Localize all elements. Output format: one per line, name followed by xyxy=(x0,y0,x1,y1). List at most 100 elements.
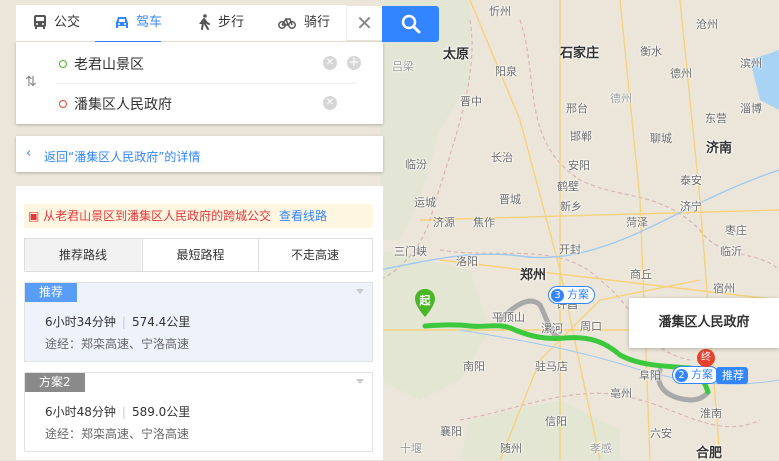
city-label: 忻州 xyxy=(489,5,511,18)
city-label: 德州 xyxy=(670,67,692,80)
city-label: 漯河 xyxy=(541,322,563,335)
city-label: 济宁 xyxy=(680,200,702,213)
start-field[interactable]: 老君山景区 ✕ + xyxy=(56,44,371,84)
city-label: 太原 xyxy=(443,47,470,62)
back-link[interactable]: 返回“潘集区人民政府”的详情 xyxy=(44,148,200,165)
plan-distance: 589.0公里 xyxy=(131,405,191,419)
search-button[interactable] xyxy=(382,6,439,42)
city-label: 长治 xyxy=(491,151,513,164)
tab-walk-label: 步行 xyxy=(218,15,245,30)
city-label: 商丘 xyxy=(630,268,652,281)
end-field[interactable]: 潘集区人民政府 ✕ xyxy=(56,84,371,124)
city-label: 郑州 xyxy=(520,268,547,283)
city-label: 开封 xyxy=(559,243,581,256)
car-icon xyxy=(116,17,128,28)
tab-car-label: 驾车 xyxy=(136,15,163,30)
end-field-value: 潘集区人民政府 xyxy=(74,97,172,113)
clear-start-icon[interactable]: ✕ xyxy=(323,56,337,70)
transit-notice: ▣ 从老君山景区到潘集区人民政府的跨城公交 查看线路 xyxy=(24,204,373,228)
city-label: 泰安 xyxy=(680,174,702,187)
route-plan-1[interactable]: 推荐 6小时34分钟 | 574.4公里 途经：郑栾高速、宁洛高速 xyxy=(24,282,373,362)
city-label: 滨州 xyxy=(740,57,762,70)
city-label: 济源 xyxy=(433,216,455,229)
city-label: 吕梁 xyxy=(392,60,414,73)
bus-notice-icon: ▣ xyxy=(28,209,40,223)
city-label: 阳泉 xyxy=(495,65,517,78)
city-label: 阜阳 xyxy=(639,369,661,382)
route-results: ▣ 从老君山景区到潘集区人民政府的跨城公交 查看线路 推荐路线 最短路程 不走高… xyxy=(16,186,383,460)
city-label: 随州 xyxy=(500,442,522,455)
add-waypoint-icon[interactable]: + xyxy=(347,56,361,70)
plan-duration: 6小时48分钟 xyxy=(45,405,116,419)
route-label-text: 方案 xyxy=(691,368,713,381)
tab-bus-label: 公交 xyxy=(54,15,81,30)
bike-icon xyxy=(278,18,296,29)
pref-shortest[interactable]: 最短路程 xyxy=(142,239,259,271)
city-label: 南阳 xyxy=(463,360,485,373)
city-label: 淄博 xyxy=(740,102,762,115)
route-label-3[interactable]: 3 方案 xyxy=(548,286,595,304)
city-label: 沧州 xyxy=(696,18,718,31)
view-routes-link[interactable]: 查看线路 xyxy=(279,209,327,223)
city-label: 衡水 xyxy=(640,45,662,58)
pref-recommended[interactable]: 推荐路线 xyxy=(25,239,141,271)
city-label: 邢台 xyxy=(566,102,588,115)
city-label: 晋城 xyxy=(499,193,521,206)
plan-stats: 6小时34分钟 | 574.4公里 xyxy=(45,315,191,329)
city-label: 周口 xyxy=(580,320,602,333)
city-label: 新乡 xyxy=(560,200,582,213)
route-label-2[interactable]: 2 方案 xyxy=(672,366,719,384)
route-number: 3 xyxy=(551,289,564,302)
city-label: 亳州 xyxy=(610,387,632,400)
tab-bike-label: 骑行 xyxy=(304,15,331,30)
start-marker[interactable]: 起 xyxy=(414,289,436,317)
route-preference-tabs: 推荐路线 最短路程 不走高速 xyxy=(24,238,373,272)
city-label: 晋中 xyxy=(460,95,482,108)
city-label: 六安 xyxy=(650,427,672,440)
walk-icon xyxy=(199,14,210,30)
city-label: 东营 xyxy=(705,112,727,125)
start-dot-icon xyxy=(59,60,67,68)
city-label: 三门峡 xyxy=(394,245,427,258)
city-label: 淮南 xyxy=(700,407,722,420)
city-label: 枣庄 xyxy=(725,224,747,237)
plan-distance: 574.4公里 xyxy=(131,315,191,329)
swap-icon[interactable]: ⇅ xyxy=(25,74,37,90)
city-label: 鹤壁 xyxy=(557,180,579,193)
clear-end-icon[interactable]: ✕ xyxy=(323,96,337,110)
recommended-route-label[interactable]: 推荐 xyxy=(716,367,748,384)
city-label: 济南 xyxy=(706,141,733,156)
search-icon xyxy=(401,14,421,34)
transport-tabs: 公交 驾车 步行 骑行 xyxy=(16,5,346,43)
city-label: 运城 xyxy=(414,196,436,209)
city-label: 临沂 xyxy=(720,245,742,258)
plan-via: 途经：郑栾高速、宁洛高速 xyxy=(45,337,190,351)
end-marker-label: 终 xyxy=(701,352,711,363)
city-label: 孝感 xyxy=(590,442,612,455)
expand-icon[interactable] xyxy=(356,289,364,294)
plan-stats: 6小时48分钟 | 589.0公里 xyxy=(45,405,191,419)
end-marker[interactable]: 终 xyxy=(697,349,715,367)
city-label: 十堰 xyxy=(400,442,422,455)
city-label: 焦作 xyxy=(473,216,495,229)
close-icon[interactable]: ✕ xyxy=(346,6,382,40)
start-field-value: 老君山景区 xyxy=(74,57,144,73)
pref-no-highway[interactable]: 不走高速 xyxy=(258,239,372,271)
plan-duration: 6小时34分钟 xyxy=(45,315,116,329)
plan-badge: 方案2 xyxy=(25,373,85,392)
city-label: 菏泽 xyxy=(626,216,648,229)
chevron-left-icon: ‹ xyxy=(26,146,32,161)
destination-popup[interactable]: 潘集区人民政府 xyxy=(629,298,779,348)
city-label: 洛阳 xyxy=(456,255,478,268)
start-marker-label: 起 xyxy=(419,294,431,307)
city-label: 宿州 xyxy=(713,282,735,295)
city-label: 襄阳 xyxy=(440,425,462,438)
city-label: 临汾 xyxy=(405,158,427,171)
bus-icon xyxy=(34,15,46,29)
city-label: 石家庄 xyxy=(560,46,600,61)
route-plan-2[interactable]: 方案2 6小时48分钟 | 589.0公里 途经：郑栾高速、宁洛高速 xyxy=(24,372,373,452)
city-label: 邯郸 xyxy=(570,130,592,143)
route-number: 2 xyxy=(675,369,688,382)
route-label-text: 方案 xyxy=(567,288,589,301)
expand-icon[interactable] xyxy=(356,379,364,384)
